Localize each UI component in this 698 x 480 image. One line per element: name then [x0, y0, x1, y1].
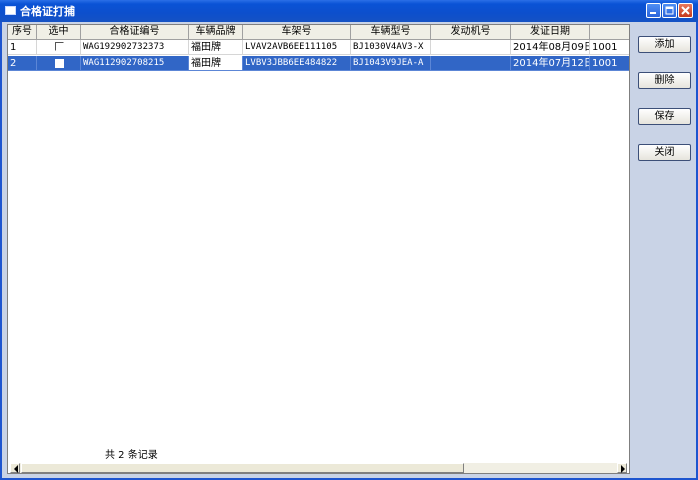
cell-vin: LVBV3JBB6EE484822: [243, 56, 351, 71]
column-header-brand[interactable]: 车辆品牌: [189, 25, 243, 39]
title-bar[interactable]: 合格证打捕: [0, 0, 698, 22]
column-header-engine-no[interactable]: 发动机号: [431, 25, 511, 39]
minimize-icon: [650, 12, 656, 14]
cell-brand-editing[interactable]: 福田牌: [189, 56, 243, 71]
horizontal-scrollbar[interactable]: [10, 463, 627, 473]
scrollbar-thumb[interactable]: [21, 463, 464, 473]
arrow-right-icon: [621, 465, 625, 473]
grid-header: 序号 选中 合格证编号 车辆品牌 车架号 车辆型号 发动机号 发证日期: [8, 25, 629, 40]
close-icon: [681, 6, 690, 15]
maximize-button[interactable]: [662, 3, 677, 18]
column-header-model[interactable]: 车辆型号: [351, 25, 431, 39]
row-checkbox[interactable]: [55, 59, 64, 68]
cell-model: BJ1030V4AV3-X: [351, 40, 431, 55]
cell-model: BJ1043V9JEA-A: [351, 56, 431, 71]
row-checkbox[interactable]: [55, 42, 64, 51]
close-button[interactable]: 关闭: [638, 144, 691, 161]
record-count: 共 2 条记录: [105, 450, 158, 461]
column-header-extra[interactable]: [590, 25, 629, 39]
table-row-selected[interactable]: 2 WAG112902708215 福田牌 LVBV3JBB6EE484822 …: [8, 56, 629, 71]
cell-extra: 1001: [590, 40, 629, 55]
cell-selected: [37, 56, 81, 71]
arrow-left-icon: [14, 465, 18, 473]
window-client: 序号 选中 合格证编号 车辆品牌 车架号 车辆型号 发动机号 发证日期 1 WA…: [0, 22, 698, 480]
cell-index: 2: [8, 56, 37, 71]
cell-cert-no: WAG192902732373: [81, 40, 189, 55]
cell-engine-no: [431, 40, 511, 55]
delete-button[interactable]: 删除: [638, 72, 691, 89]
minimize-button[interactable]: [646, 3, 661, 18]
cell-index: 1: [8, 40, 37, 55]
scroll-left-button[interactable]: [10, 463, 20, 473]
maximize-icon: [665, 6, 674, 15]
column-header-issue-date[interactable]: 发证日期: [511, 25, 590, 39]
column-header-index[interactable]: 序号: [8, 25, 37, 39]
table-row[interactable]: 1 WAG192902732373 福田牌 LVAV2AVB6EE111105 …: [8, 40, 629, 55]
cell-engine-no: [431, 56, 511, 71]
column-header-cert-no[interactable]: 合格证编号: [81, 25, 189, 39]
window-title: 合格证打捕: [20, 5, 75, 18]
column-header-vin[interactable]: 车架号: [243, 25, 351, 39]
save-button[interactable]: 保存: [638, 108, 691, 125]
add-button[interactable]: 添加: [638, 36, 691, 53]
cell-vin: LVAV2AVB6EE111105: [243, 40, 351, 55]
close-window-button[interactable]: [678, 3, 693, 18]
cell-cert-no: WAG112902708215: [81, 56, 189, 71]
scroll-right-button[interactable]: [617, 463, 627, 473]
cell-brand: 福田牌: [189, 40, 243, 55]
app-window-icon: [5, 6, 16, 15]
certificate-grid[interactable]: 序号 选中 合格证编号 车辆品牌 车架号 车辆型号 发动机号 发证日期 1 WA…: [7, 24, 630, 474]
cell-issue-date: 2014年08月09日: [511, 40, 590, 55]
cell-issue-date: 2014年07月12日: [511, 56, 590, 71]
cell-extra: 1001: [590, 56, 629, 71]
column-header-selected[interactable]: 选中: [37, 25, 81, 39]
cell-selected: [37, 40, 81, 55]
